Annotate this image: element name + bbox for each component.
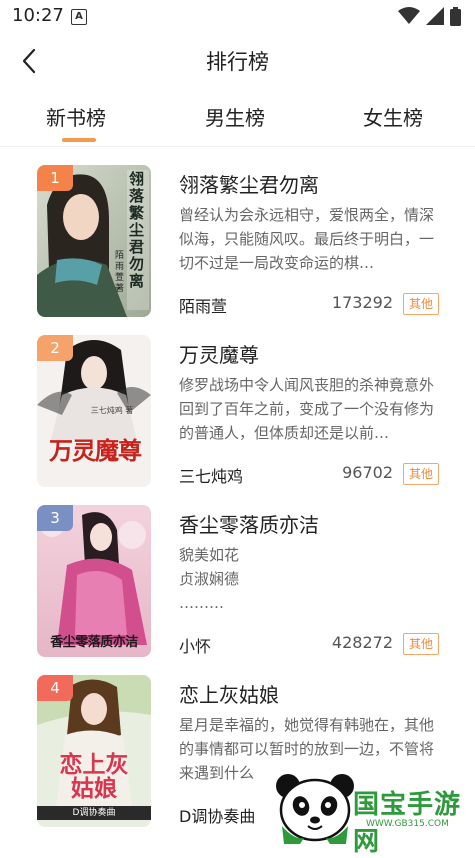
rank-badge: 3 (37, 505, 73, 531)
status-time: 10:27 (12, 5, 64, 26)
tab-male[interactable]: 男生榜 (205, 102, 265, 131)
tab-female[interactable]: 女生榜 (363, 102, 423, 131)
book-cover[interactable]: 万灵魔尊 三七炖鸡 著 2 (37, 335, 151, 487)
book-popularity-count: 96702 (342, 463, 393, 482)
book-author: 三七炖鸡 (179, 467, 244, 486)
book-popularity-count: 173292 (331, 293, 393, 312)
cover-title: 香尘零落质亦洁 (50, 635, 138, 650)
book-cover[interactable]: 香尘零落质亦洁 3 (37, 505, 151, 657)
book-popularity-count: 428272 (331, 633, 393, 652)
book-title[interactable]: 翎落繁尘君勿离 (179, 169, 319, 198)
battery-icon (450, 6, 461, 26)
book-author: 小怀 (179, 637, 212, 656)
book-cover[interactable]: 恋上灰姑娘 D调协奏曲 4 (37, 675, 151, 827)
cover-title: 万灵魔尊 (49, 436, 142, 465)
description-line: 貌美如花 (179, 546, 240, 564)
cover-author: 三七炖鸡 著 (90, 406, 134, 415)
book-title[interactable]: 香尘零落质亦洁 (179, 509, 319, 538)
description-line: 贞淑娴德 (179, 570, 240, 588)
cover-author: 陌雨萱 著 (115, 251, 125, 294)
category-tag: 其他 (403, 293, 439, 315)
cover-author: D调协奏曲 (37, 806, 151, 820)
page-title: 排行榜 (206, 50, 269, 74)
category-tag: 其他 (403, 463, 439, 485)
tab-new-books[interactable]: 新书榜 (46, 102, 106, 131)
cover-title: 恋上灰姑娘 (59, 751, 129, 802)
status-bar: 10:27 A (0, 0, 475, 34)
signal-icon (426, 7, 444, 25)
rank-badge: 1 (37, 165, 73, 191)
wifi-icon (398, 7, 420, 24)
tab-bar: 新书榜 男生榜 女生榜 (0, 94, 475, 147)
rank-badge: 2 (37, 335, 73, 361)
site-watermark: 国宝手游网 WWW.GB315.COM (258, 766, 475, 857)
book-description: 修罗战场中令人闻风丧胆的杀神竟意外回到了百年之前，变成了一个没有修为的普通人，但… (179, 376, 435, 442)
header: 排行榜 (0, 34, 475, 86)
book-title[interactable]: 恋上灰姑娘 (179, 679, 279, 708)
book-author: D调协奏曲 (179, 807, 256, 826)
book-list-item[interactable]: 翎落繁尘君勿离 陌雨萱 著 1 翎落繁尘君勿离 曾经认为会永远相守，爱恨两全，情… (0, 165, 475, 333)
watermark-url: WWW.GB315.COM (366, 819, 449, 829)
category-tag: 其他 (403, 633, 439, 655)
cover-title: 翎落繁尘君勿离 (129, 170, 145, 290)
book-cover[interactable]: 翎落繁尘君勿离 陌雨萱 著 1 (37, 165, 151, 317)
rank-badge: 4 (37, 675, 73, 701)
notification-icon: A (71, 9, 87, 25)
active-tab-indicator (62, 138, 96, 142)
book-author: 陌雨萱 (179, 297, 228, 316)
book-description: 貌美如花 贞淑娴德 ……… (179, 543, 437, 615)
status-icons (398, 6, 461, 26)
book-list-item[interactable]: 万灵魔尊 三七炖鸡 著 2 万灵魔尊 修罗战场中令人闻风丧胆的杀神竟意外回到了百… (0, 335, 475, 503)
book-title[interactable]: 万灵魔尊 (179, 339, 259, 368)
panda-logo-icon (276, 774, 354, 844)
book-description: 曾经认为会永远相守，爱恨两全，情深似海，只能随风叹。最后终于明白，一切不过是一局… (179, 206, 435, 272)
book-list-item[interactable]: 香尘零落质亦洁 3 香尘零落质亦洁 貌美如花 贞淑娴德 ……… 小怀 42827… (0, 505, 475, 673)
description-line: ……… (179, 594, 224, 612)
